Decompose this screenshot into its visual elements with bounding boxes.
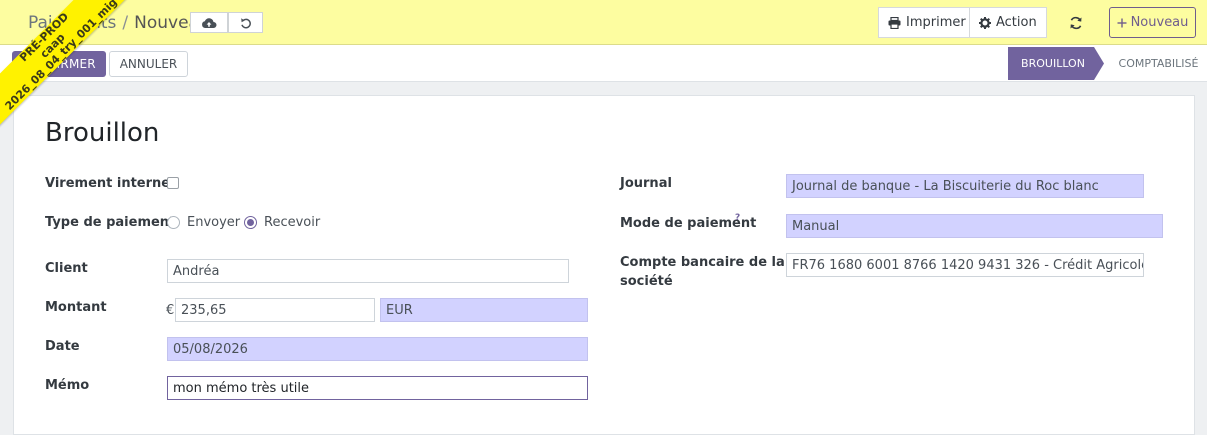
payment-type-send-label[interactable]: Envoyer (187, 215, 240, 230)
print-icon (888, 16, 901, 29)
save-button[interactable] (190, 12, 228, 33)
bank-account-label-line1: Compte bancaire de la (620, 255, 785, 270)
action-button[interactable]: Action (969, 7, 1047, 38)
payment-type-label: Type de paiement (45, 215, 176, 230)
cancel-button[interactable]: ANNULER (109, 51, 188, 77)
refresh-icon (1070, 16, 1082, 30)
control-panel: Paiements / Nouveau Imprimer Action Nouv… (0, 0, 1207, 45)
payment-type-receive-label[interactable]: Recevoir (264, 215, 320, 230)
customer-field[interactable]: Andréa (167, 259, 569, 283)
refresh-button[interactable] (1062, 10, 1090, 36)
gear-icon (979, 16, 991, 29)
stage-posted[interactable]: COMPTABILISÉ (1110, 47, 1207, 80)
new-button[interactable]: Nouveau (1109, 7, 1196, 38)
cloud-upload-icon (202, 17, 217, 28)
amount-field[interactable]: 235,65 (175, 298, 375, 322)
bank-account-label-line2: société (620, 274, 673, 289)
undo-icon (240, 17, 251, 28)
bank-account-field[interactable]: FR76 1680 6001 8766 1420 9431 326 - Créd… (786, 253, 1144, 277)
breadcrumb-separator: / (122, 13, 129, 33)
payment-method-field[interactable]: Manual (786, 214, 1163, 238)
help-tooltip-icon[interactable]: ? (735, 213, 740, 223)
memo-field[interactable]: mon mémo très utile (167, 376, 588, 400)
date-label: Date (45, 339, 80, 354)
new-label: Nouveau (1130, 15, 1189, 30)
confirm-button[interactable]: CONFIRMER (12, 51, 106, 77)
customer-label: Client (45, 261, 88, 276)
journal-label: Journal (620, 176, 672, 191)
print-button[interactable]: Imprimer (878, 7, 976, 38)
discard-button[interactable] (228, 12, 263, 33)
print-label: Imprimer (906, 15, 966, 30)
plus-icon (1117, 18, 1127, 27)
memo-label: Mémo (45, 378, 90, 393)
internal-transfer-checkbox[interactable] (167, 177, 179, 189)
internal-transfer-label: Virement interne (45, 176, 171, 191)
breadcrumb-parent[interactable]: Paiements (28, 13, 116, 33)
status-bar: CONFIRMER ANNULER BROUILLON COMPTABILISÉ (0, 45, 1207, 82)
record-title: Brouillon (45, 118, 160, 148)
date-field[interactable]: 05/08/2026 (167, 337, 588, 361)
action-label: Action (996, 15, 1037, 30)
payment-type-send-radio[interactable] (167, 216, 180, 229)
currency-field[interactable]: EUR (380, 298, 588, 322)
amount-label: Montant (45, 300, 107, 315)
breadcrumb: Paiements / Nouveau (28, 13, 210, 33)
payment-type-receive-radio[interactable] (244, 216, 257, 229)
currency-symbol: € (166, 303, 175, 318)
journal-field[interactable]: Journal de banque - La Biscuiterie du Ro… (786, 174, 1144, 198)
stage-draft[interactable]: BROUILLON (1008, 47, 1104, 80)
